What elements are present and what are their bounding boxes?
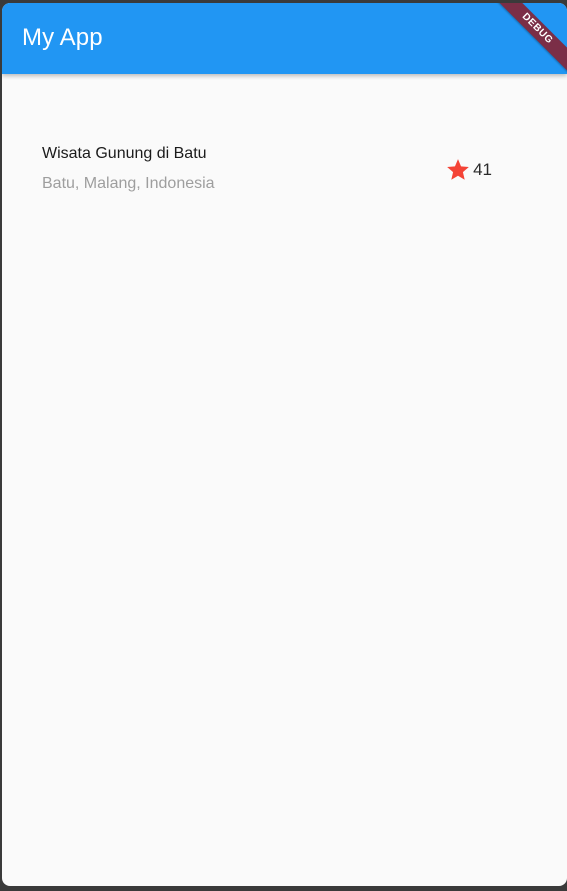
rating-count: 41 (473, 160, 492, 179)
star-icon (445, 157, 471, 183)
main-content: Wisata Gunung di Batu Batu, Malang, Indo… (2, 74, 567, 886)
place-name: Wisata Gunung di Batu (42, 145, 207, 162)
place-card: Wisata Gunung di Batu Batu, Malang, Indo… (42, 144, 492, 196)
place-location: Batu, Malang, Indonesia (42, 175, 215, 192)
rating: 41 (445, 157, 492, 183)
app-bar: My App (2, 3, 567, 74)
app-window: My App DEBUG Wisata Gunung di Batu Batu,… (2, 3, 567, 886)
app-title: My App (22, 24, 103, 51)
